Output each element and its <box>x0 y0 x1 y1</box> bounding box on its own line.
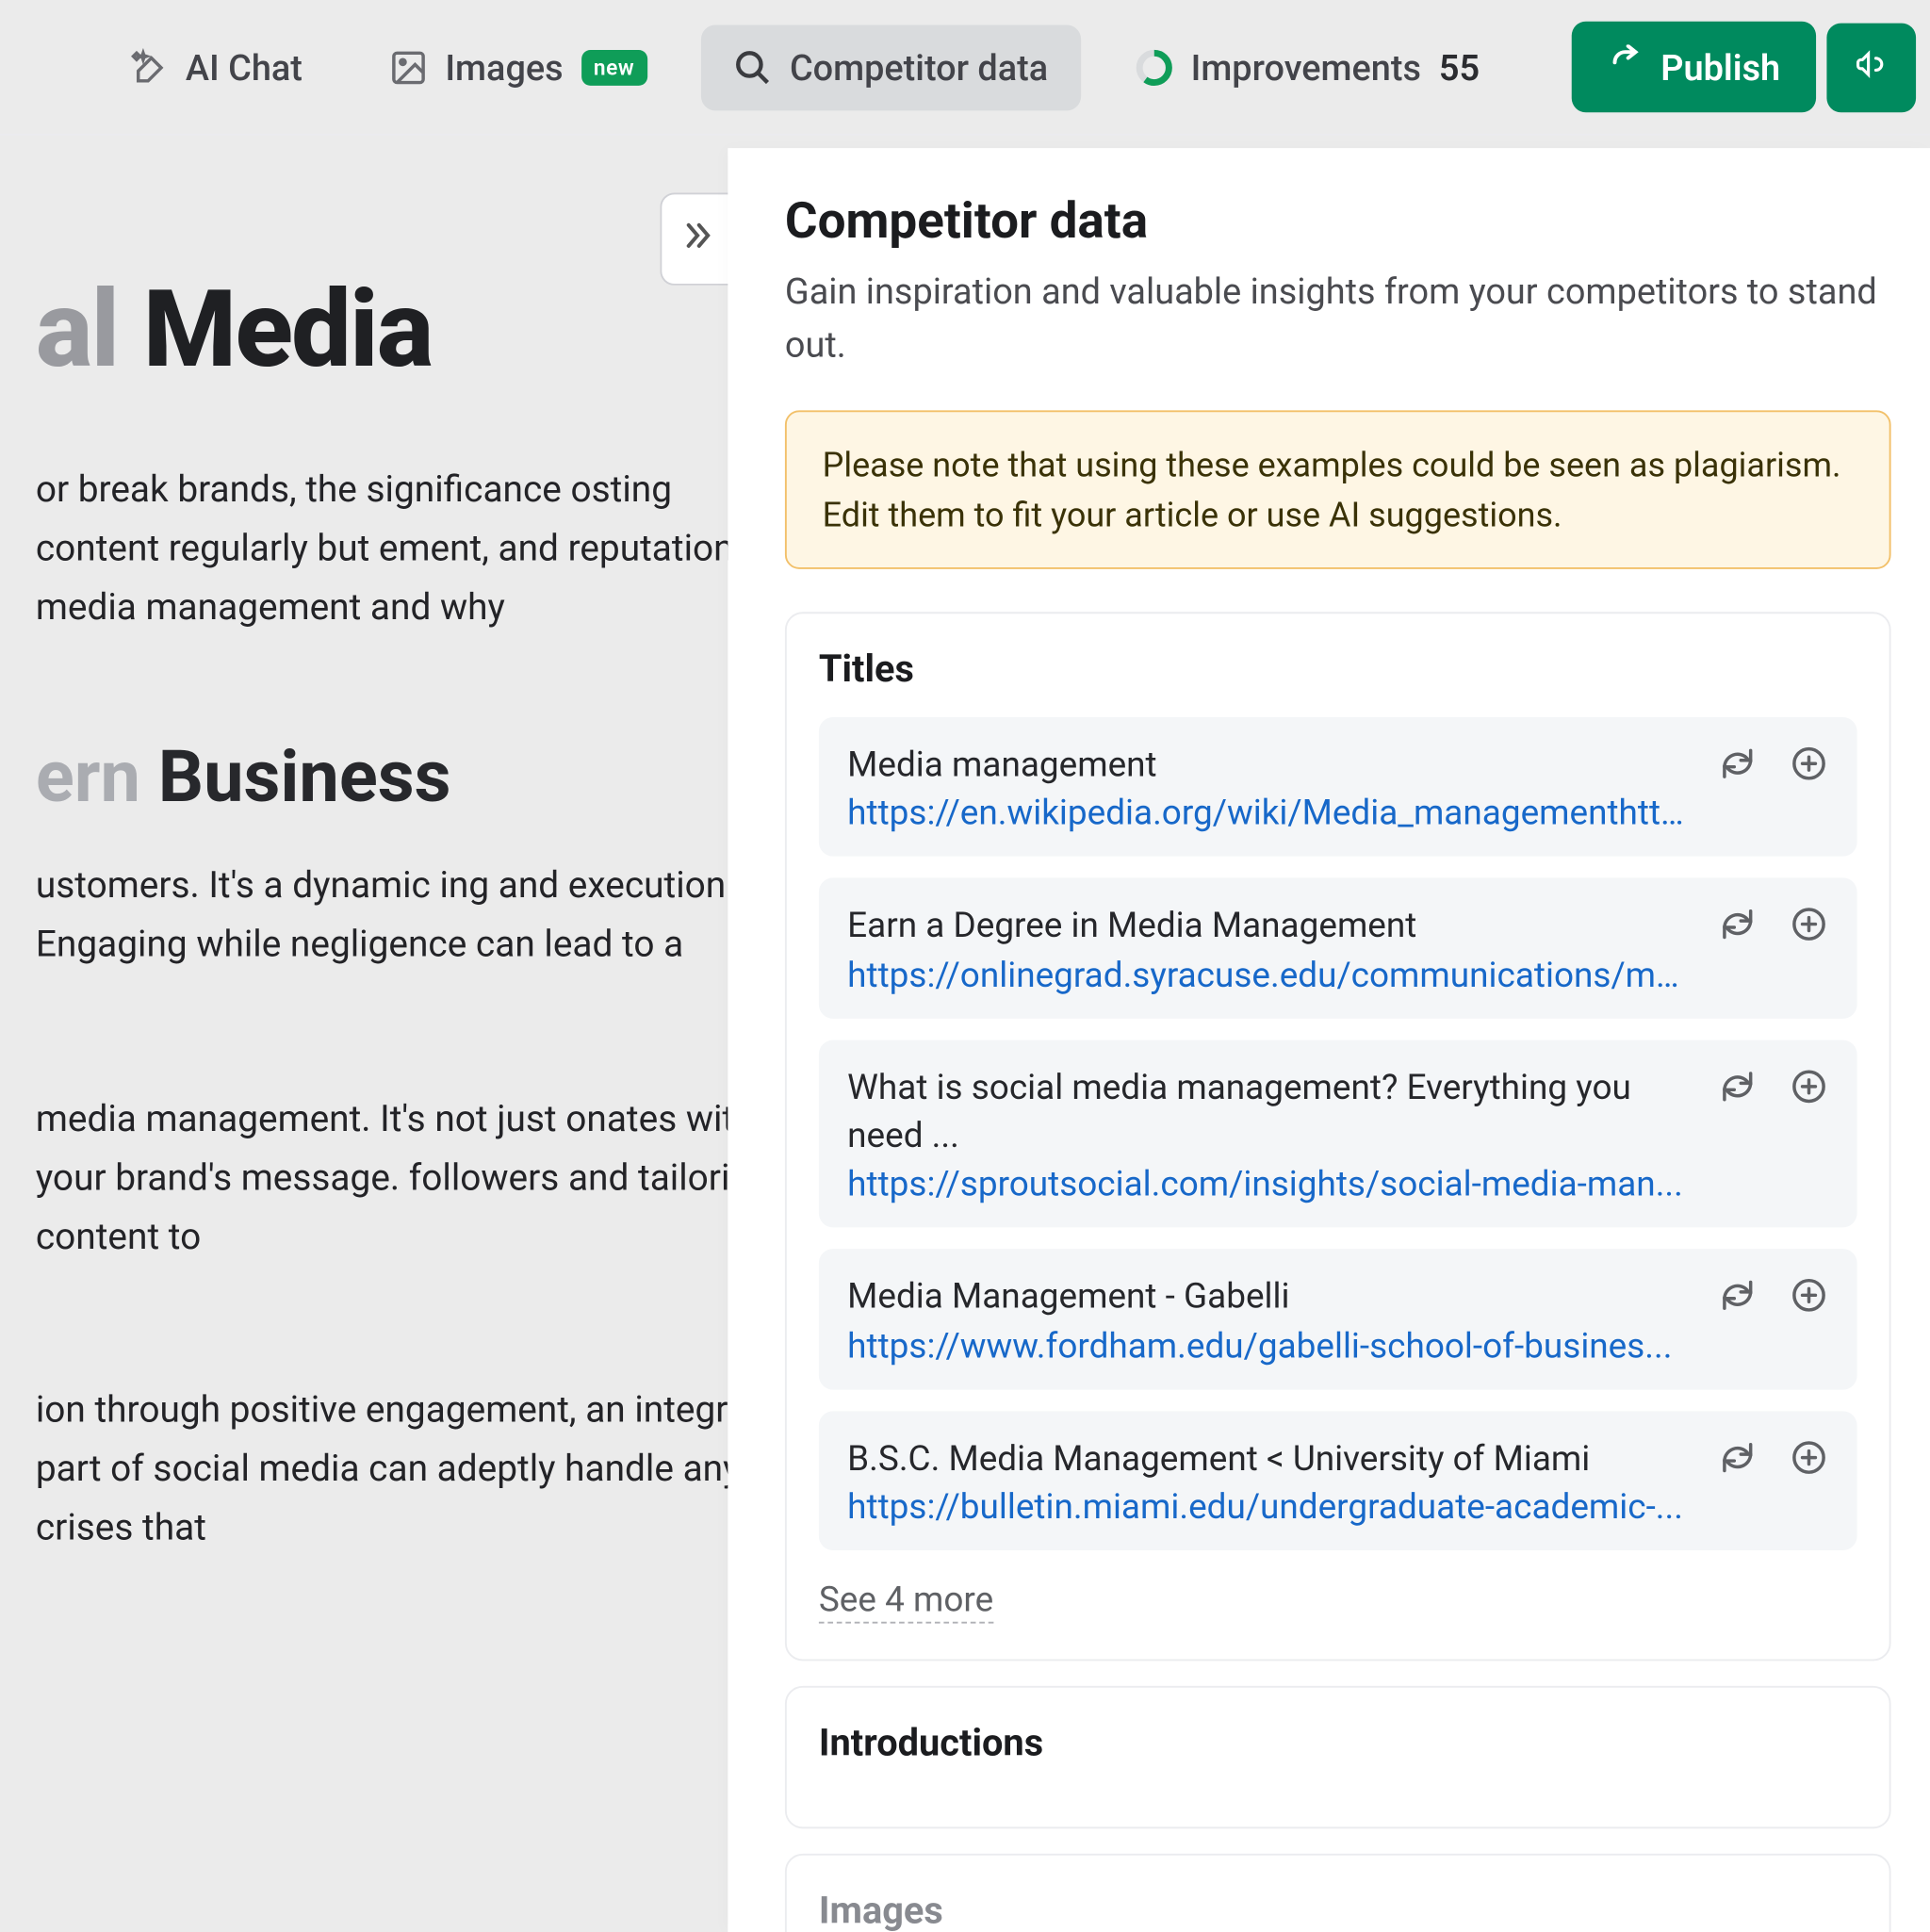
add-circle-icon[interactable] <box>1790 1437 1829 1477</box>
tab-label: Images <box>445 45 563 88</box>
competitor-url[interactable]: https://www.fordham.edu/gabelli-school-o… <box>847 1325 1686 1367</box>
competitor-title: Media Management - Gabelli <box>847 1272 1693 1321</box>
publish-button[interactable]: Publish <box>1572 22 1817 113</box>
section-title: Titles <box>819 649 1857 692</box>
competitor-title: Earn a Degree in Media Management <box>847 902 1693 951</box>
announce-button[interactable] <box>1826 23 1916 112</box>
tab-label: Competitor data <box>790 45 1048 88</box>
competitor-title: B.S.C. Media Management < University of … <box>847 1433 1693 1482</box>
competitor-url[interactable]: https://en.wikipedia.org/wiki/Media_mana… <box>847 793 1686 834</box>
refresh-icon[interactable] <box>1718 1276 1758 1316</box>
tab-ai-chat[interactable]: AI Chat <box>96 25 335 110</box>
add-circle-icon[interactable] <box>1790 1276 1829 1316</box>
collapse-panel-handle[interactable] <box>660 192 731 285</box>
section-title: Images <box>819 1891 1857 1932</box>
competitor-title-item[interactable]: What is social media management? Everyth… <box>819 1040 1857 1228</box>
competitor-data-panel: Competitor data Gain inspiration and val… <box>728 148 1930 1932</box>
images-section[interactable]: Images <box>785 1854 1891 1932</box>
competitor-title: What is social media management? Everyth… <box>847 1063 1693 1160</box>
competitor-title-item[interactable]: Media management https://en.wikipedia.or… <box>819 717 1857 857</box>
tab-label: Improvements <box>1191 45 1421 88</box>
sparkle-pencil-icon <box>128 47 168 87</box>
plagiarism-notice: Please note that using these examples co… <box>785 410 1891 569</box>
add-circle-icon[interactable] <box>1790 745 1829 784</box>
refresh-icon[interactable] <box>1718 1066 1758 1105</box>
add-circle-icon[interactable] <box>1790 905 1829 944</box>
new-badge: new <box>581 49 647 85</box>
competitor-title: Media management <box>847 741 1693 790</box>
progress-donut-icon <box>1134 47 1173 87</box>
tab-images[interactable]: Images new <box>356 25 679 110</box>
chevron-double-right-icon <box>679 218 714 260</box>
competitor-title-item[interactable]: Media Management - Gabelli https://www.f… <box>819 1250 1857 1389</box>
tab-improvements[interactable]: Improvements 55 <box>1102 25 1512 110</box>
publish-label: Publish <box>1660 45 1780 88</box>
introductions-section[interactable]: Introductions <box>785 1686 1891 1828</box>
panel-title: Competitor data <box>785 191 1891 250</box>
refresh-icon[interactable] <box>1718 745 1758 784</box>
top-toolbar: AI Chat Images new Competitor data <box>0 0 1930 136</box>
refresh-icon[interactable] <box>1718 1437 1758 1477</box>
panel-subtitle: Gain inspiration and valuable insights f… <box>785 264 1891 371</box>
tab-competitor-data[interactable]: Competitor data <box>700 25 1080 110</box>
competitor-title-item[interactable]: B.S.C. Media Management < University of … <box>819 1411 1857 1550</box>
tab-label: AI Chat <box>186 45 303 88</box>
share-arrow-icon <box>1607 44 1643 89</box>
competitor-title-item[interactable]: Earn a Degree in Media Management https:… <box>819 878 1857 1018</box>
competitor-url[interactable]: https://bulletin.miami.edu/undergraduate… <box>847 1486 1686 1528</box>
competitor-url[interactable]: https://sproutsocial.com/insights/social… <box>847 1164 1686 1205</box>
see-more-link[interactable]: See 4 more <box>819 1579 993 1623</box>
competitor-url[interactable]: https://onlinegrad.syracuse.edu/communic… <box>847 954 1686 995</box>
titles-section: Titles Media management https://en.wikip… <box>785 612 1891 1661</box>
megaphone-icon <box>1854 45 1889 88</box>
refresh-icon[interactable] <box>1718 905 1758 944</box>
section-title: Introductions <box>819 1723 1857 1765</box>
improvements-count: 55 <box>1439 45 1480 88</box>
image-icon <box>388 47 428 87</box>
add-circle-icon[interactable] <box>1790 1066 1829 1105</box>
search-icon <box>732 47 772 87</box>
